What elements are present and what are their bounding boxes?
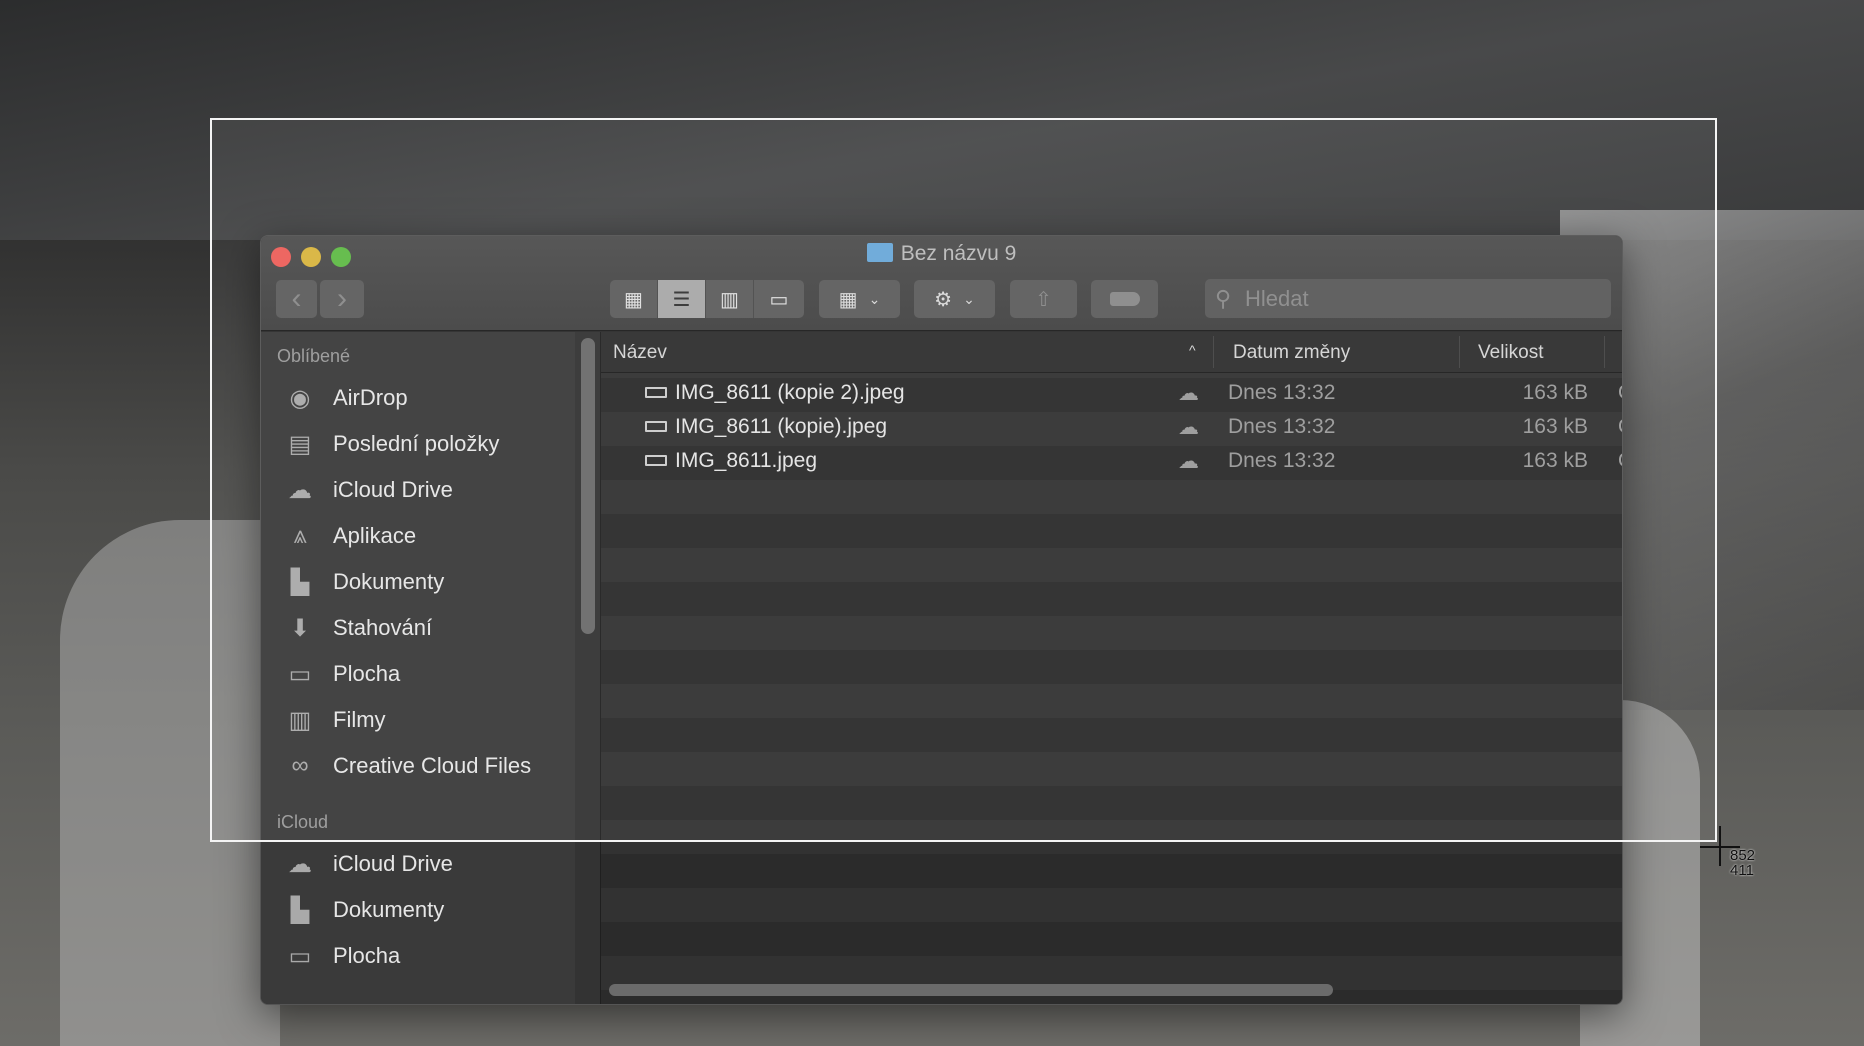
crosshair-cursor-icon xyxy=(1719,826,1721,866)
cursor-x: 852 xyxy=(1730,847,1756,864)
cloud-icon: ☁ xyxy=(288,850,312,878)
documents-icon: ▙ xyxy=(290,896,310,924)
sidebar-item-label: Dokumenty xyxy=(333,897,445,922)
sidebar-item-icloud-drive[interactable]: ☁ iCloud Drive xyxy=(285,844,453,884)
sidebar-item-icloud-documents[interactable]: ▙ Dokumenty xyxy=(285,890,445,930)
desktop-icon: ▭ xyxy=(288,942,312,970)
sidebar-item-label: iCloud Drive xyxy=(333,851,453,876)
screenshot-selection-rectangle[interactable] xyxy=(210,118,1717,842)
cursor-coordinates: 852 411 xyxy=(1730,848,1755,878)
sidebar-item-icloud-desktop[interactable]: ▭ Plocha xyxy=(285,936,401,976)
sidebar-item-label: Plocha xyxy=(333,943,401,968)
cursor-y: 411 xyxy=(1730,862,1754,879)
horizontal-scrollbar[interactable] xyxy=(609,984,1333,996)
